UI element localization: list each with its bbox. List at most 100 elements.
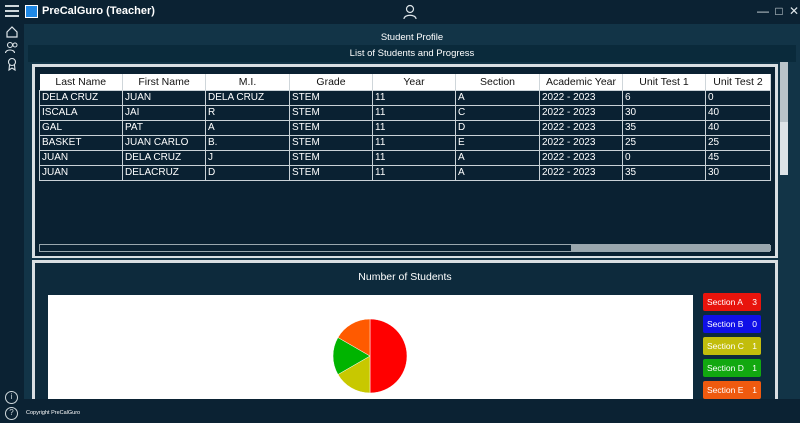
table-row[interactable]: JUAN DELACRUZ D STEM 11 A 2022 - 2023 35 30	[39, 164, 771, 181]
table-cell[interactable]: 0	[705, 89, 771, 106]
column-header[interactable]: Grade	[289, 74, 373, 90]
table-cell[interactable]: 40	[705, 119, 771, 136]
table-cell[interactable]: 2022 - 2023	[539, 119, 623, 136]
table-cell[interactable]: JUAN	[39, 164, 123, 181]
table-cell[interactable]: A	[455, 89, 540, 106]
chart-canvas	[48, 295, 693, 400]
pie-slice-section-a[interactable]	[369, 318, 408, 394]
table-cell[interactable]: 11	[372, 134, 456, 151]
table-cell[interactable]: STEM	[289, 119, 373, 136]
table-cell[interactable]: BASKET	[39, 134, 123, 151]
table-cell[interactable]: 35	[622, 164, 706, 181]
column-header[interactable]: Unit Test 1	[622, 74, 706, 90]
horizontal-scrollbar[interactable]	[39, 244, 771, 252]
table-cell[interactable]: C	[455, 104, 540, 121]
table-cell[interactable]: 11	[372, 149, 456, 166]
table-cell[interactable]: 25	[622, 134, 706, 151]
table-cell[interactable]: 45	[705, 149, 771, 166]
table-cell[interactable]: JUAN	[122, 89, 206, 106]
copyright-text: Copyright PreCalGuro	[26, 410, 81, 416]
table-cell[interactable]: 2022 - 2023	[539, 104, 623, 121]
table-cell[interactable]: DELA CRUZ	[205, 89, 290, 106]
table-cell[interactable]: A	[455, 149, 540, 166]
table-cell[interactable]: 40	[705, 104, 771, 121]
list-title: List of Students and Progress	[28, 45, 796, 62]
table-cell[interactable]: STEM	[289, 104, 373, 121]
home-icon[interactable]	[5, 25, 19, 39]
chart-title: Number of Students	[358, 271, 452, 283]
table-cell[interactable]: D	[455, 119, 540, 136]
table-cell[interactable]: 0	[622, 149, 706, 166]
table-cell[interactable]: STEM	[289, 164, 373, 181]
title-bar: PreCalGuro (Teacher) — □ ✕	[0, 0, 800, 24]
table-cell[interactable]: 6	[622, 89, 706, 106]
table-row[interactable]: GAL PAT A STEM 11 D 2022 - 2023 35 40	[39, 119, 771, 136]
legend-label: Section E	[707, 385, 744, 395]
table-cell[interactable]: GAL	[39, 119, 123, 136]
table-row[interactable]: BASKET JUAN CARLO B. STEM 11 E 2022 - 2023 25 25	[39, 134, 771, 151]
table-cell[interactable]: JAI	[122, 104, 206, 121]
table-row[interactable]: JUAN DELA CRUZ J STEM 11 A 2022 - 2023 0 45	[39, 149, 771, 166]
maximize-button[interactable]: □	[772, 4, 786, 18]
table-row[interactable]: DELA CRUZ JUAN DELA CRUZ STEM 11 A 2022 - 2023…	[39, 89, 771, 106]
users-icon[interactable]	[5, 41, 19, 55]
vertical-scroll-thumb[interactable]	[780, 62, 788, 122]
table-cell[interactable]: DELA CRUZ	[122, 149, 206, 166]
table-cell[interactable]: STEM	[289, 89, 373, 106]
table-cell[interactable]: A	[455, 164, 540, 181]
table-cell[interactable]: ISCALA	[39, 104, 123, 121]
minimize-button[interactable]: —	[756, 4, 770, 18]
column-header[interactable]: Academic Year	[539, 74, 623, 90]
menu-icon[interactable]	[5, 5, 19, 17]
horizontal-scroll-thumb[interactable]	[571, 245, 771, 251]
help-icon[interactable]: ?	[5, 407, 18, 420]
column-header[interactable]: Last Name	[39, 74, 123, 90]
close-button[interactable]: ✕	[787, 4, 800, 18]
table-cell[interactable]: STEM	[289, 149, 373, 166]
info-icon[interactable]: i	[5, 391, 18, 404]
legend-count: 1	[752, 385, 757, 395]
table-cell[interactable]: 2022 - 2023	[539, 164, 623, 181]
table-header-row: Last Name First Name M.I. Grade Year Sec…	[39, 74, 771, 90]
table-cell[interactable]: DELA CRUZ	[39, 89, 123, 106]
legend-label: Section B	[707, 319, 744, 329]
legend-item-section-b[interactable]: Section B 0	[703, 315, 761, 333]
legend-item-section-e[interactable]: Section E 1	[703, 381, 761, 399]
table-cell[interactable]: PAT	[122, 119, 206, 136]
legend-item-section-a[interactable]: Section A 3	[703, 293, 761, 311]
table-row[interactable]: ISCALA JAI R STEM 11 C 2022 - 2023 30 40	[39, 104, 771, 121]
legend-count: 0	[752, 319, 757, 329]
table-cell[interactable]: B.	[205, 134, 290, 151]
table-cell[interactable]: D	[205, 164, 290, 181]
table-cell[interactable]: E	[455, 134, 540, 151]
column-header[interactable]: M.I.	[205, 74, 290, 90]
table-cell[interactable]: STEM	[289, 134, 373, 151]
user-icon[interactable]	[403, 4, 417, 20]
badge-icon[interactable]	[5, 57, 19, 71]
table-cell[interactable]: JUAN CARLO	[122, 134, 206, 151]
table-cell[interactable]: DELACRUZ	[122, 164, 206, 181]
table-cell[interactable]: 25	[705, 134, 771, 151]
column-header[interactable]: Year	[372, 74, 456, 90]
table-cell[interactable]: 2022 - 2023	[539, 89, 623, 106]
legend-item-section-c[interactable]: Section C 1	[703, 337, 761, 355]
table-cell[interactable]: R	[205, 104, 290, 121]
column-header[interactable]: First Name	[122, 74, 206, 90]
legend-item-section-d[interactable]: Section D 1	[703, 359, 761, 377]
table-cell[interactable]: 11	[372, 89, 456, 106]
table-cell[interactable]: 35	[622, 119, 706, 136]
table-cell[interactable]: 2022 - 2023	[539, 149, 623, 166]
table-cell[interactable]: JUAN	[39, 149, 123, 166]
vertical-scrollbar[interactable]	[780, 62, 788, 175]
table-cell[interactable]: 2022 - 2023	[539, 134, 623, 151]
table-cell[interactable]: 11	[372, 119, 456, 136]
table-cell[interactable]: 30	[622, 104, 706, 121]
column-header[interactable]: Section	[455, 74, 540, 90]
column-header[interactable]: Unit Test 2	[705, 74, 771, 90]
table-cell[interactable]: 30	[705, 164, 771, 181]
table-cell[interactable]: 11	[372, 164, 456, 181]
legend-count: 3	[752, 297, 757, 307]
table-cell[interactable]: A	[205, 119, 290, 136]
table-cell[interactable]: J	[205, 149, 290, 166]
table-cell[interactable]: 11	[372, 104, 456, 121]
